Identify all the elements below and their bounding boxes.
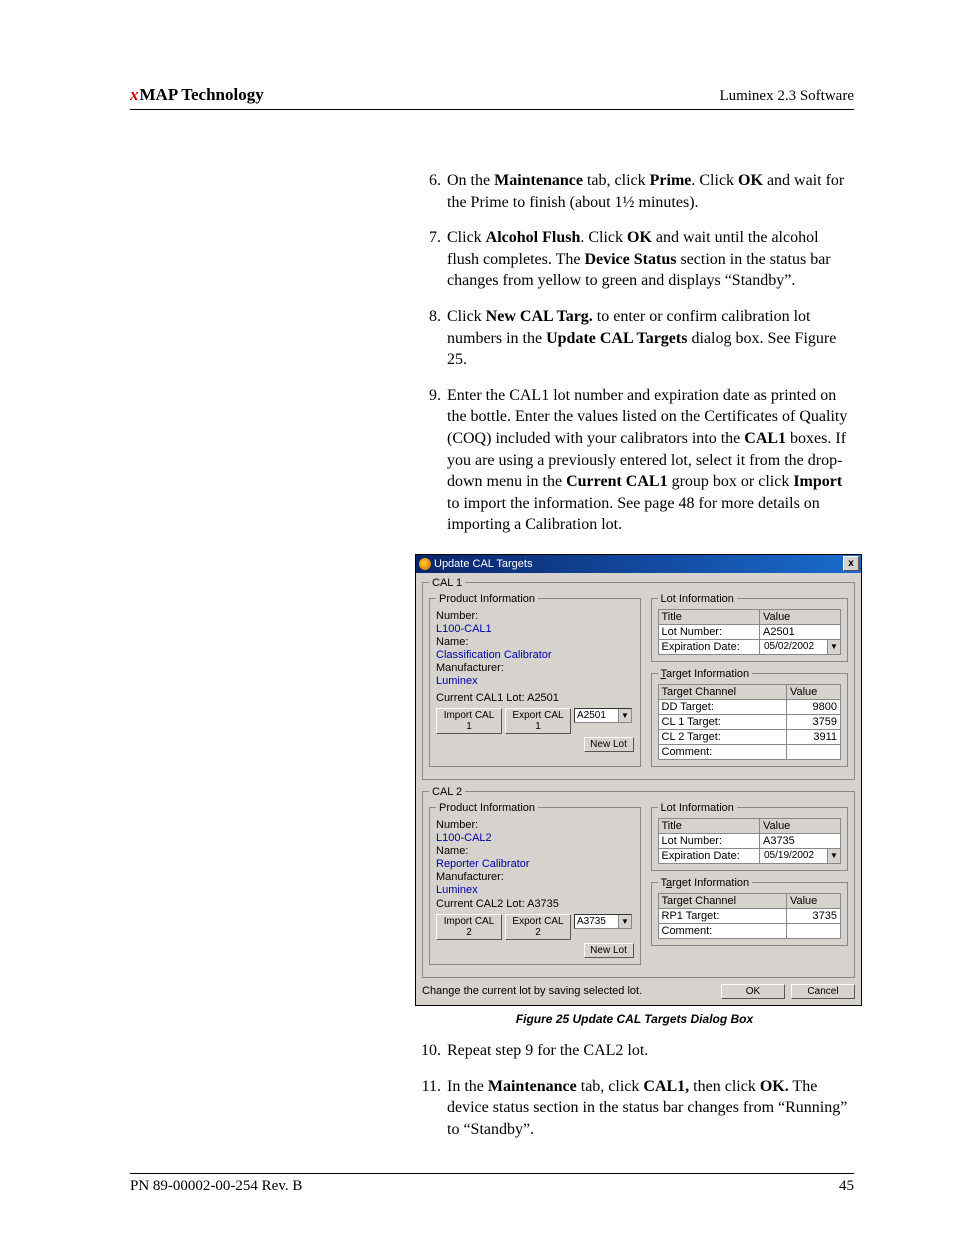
dialog-hint: Change the current lot by saving selecte… <box>422 985 642 997</box>
import-cal1-button[interactable]: Import CAL 1 <box>436 708 502 734</box>
cal1-comment[interactable] <box>786 744 840 759</box>
cal1-manufacturer: Luminex <box>436 675 634 687</box>
cal1-group: CAL 1 Product Information Number: L100-C… <box>422 577 855 780</box>
chevron-down-icon: ▼ <box>618 709 631 722</box>
cal2-expiration-date[interactable]: 05/19/2002 ▼ <box>759 848 840 863</box>
cal1-lot-number[interactable]: A2501 <box>759 624 840 639</box>
cancel-button[interactable]: Cancel <box>791 984 855 999</box>
cal1-cl2-target[interactable]: 3911 <box>786 729 840 744</box>
page-footer: PN 89-00002-00-254 Rev. B 45 <box>130 1173 854 1195</box>
update-cal-targets-dialog: Update CAL Targets x CAL 1 Product Infor… <box>415 554 862 1006</box>
export-cal1-button[interactable]: Export CAL 1 <box>505 708 571 734</box>
cal2-product-number: L100-CAL2 <box>436 832 634 844</box>
cal2-lot-dropdown[interactable]: A3735 ▼ <box>574 914 632 929</box>
step-7: 7. Click Alcohol Flush. Click OK and wai… <box>415 227 854 292</box>
cal2-product-name: Reporter Calibrator <box>436 858 634 870</box>
cal2-product-info: Product Information Number: L100-CAL2 Na… <box>429 802 641 965</box>
cal2-manufacturer: Luminex <box>436 884 634 896</box>
cal1-dd-target[interactable]: 9800 <box>786 699 840 714</box>
new-lot-cal1-button[interactable]: New Lot <box>584 737 634 752</box>
app-icon <box>419 558 431 570</box>
chevron-down-icon: ▼ <box>827 640 840 654</box>
software-name: Luminex 2.3 Software <box>719 88 854 105</box>
close-icon[interactable]: x <box>843 556 859 571</box>
cal1-current-lot: Current CAL1 Lot: A2501 <box>436 692 634 704</box>
cal2-lot-number[interactable]: A3735 <box>759 833 840 848</box>
dialog-titlebar[interactable]: Update CAL Targets x <box>416 555 861 573</box>
cal1-lot-info: Lot Information TitleValue Lot Number:A2… <box>651 593 849 662</box>
figure-caption: Figure 25 Update CAL Targets Dialog Box <box>415 1012 854 1026</box>
cal1-lot-dropdown[interactable]: A2501 ▼ <box>574 708 632 723</box>
step-11: 11. In the Maintenance tab, click CAL1, … <box>415 1076 854 1141</box>
cal1-cl1-target[interactable]: 3759 <box>786 714 840 729</box>
cal2-rp1-target[interactable]: 3735 <box>786 908 840 923</box>
cal2-group: CAL 2 Product Information Number: L100-C… <box>422 786 855 978</box>
cal1-product-number: L100-CAL1 <box>436 623 634 635</box>
cal1-target-info: TTarget Informationarget Information Tar… <box>651 668 849 767</box>
chevron-down-icon: ▼ <box>618 915 631 928</box>
cal2-current-lot: Current CAL2 Lot: A3735 <box>436 898 634 910</box>
page-header: xMAP Technology Luminex 2.3 Software <box>130 85 854 110</box>
body-text: 6. On the Maintenance tab, click Prime. … <box>415 170 854 1140</box>
dialog-title: Update CAL Targets <box>434 558 532 570</box>
cal2-lot-info: Lot Information TitleValue Lot Number:A3… <box>651 802 849 871</box>
import-cal2-button[interactable]: Import CAL 2 <box>436 914 502 940</box>
new-lot-cal2-button[interactable]: New Lot <box>584 943 634 958</box>
chevron-down-icon: ▼ <box>827 849 840 863</box>
footer-left: PN 89-00002-00-254 Rev. B <box>130 1178 302 1195</box>
export-cal2-button[interactable]: Export CAL 2 <box>505 914 571 940</box>
step-6: 6. On the Maintenance tab, click Prime. … <box>415 170 854 213</box>
cal1-expiration-date[interactable]: 05/02/2002 ▼ <box>759 639 840 654</box>
step-8: 8. Click New CAL Targ. to enter or confi… <box>415 306 854 371</box>
brand-prefix: x <box>130 85 139 104</box>
cal1-product-name: Classification Calibrator <box>436 649 634 661</box>
step-10: 10. Repeat step 9 for the CAL2 lot. <box>415 1040 854 1062</box>
ok-button[interactable]: OK <box>721 984 785 999</box>
page-number: 45 <box>839 1178 854 1195</box>
cal1-product-info: Product Information Number: L100-CAL1 Na… <box>429 593 641 767</box>
cal2-target-info: Target Information Target ChannelValue R… <box>651 877 849 946</box>
cal2-comment[interactable] <box>786 923 840 938</box>
brand-name: MAP Technology <box>140 85 264 104</box>
step-9: 9. Enter the CAL1 lot number and expirat… <box>415 385 854 536</box>
